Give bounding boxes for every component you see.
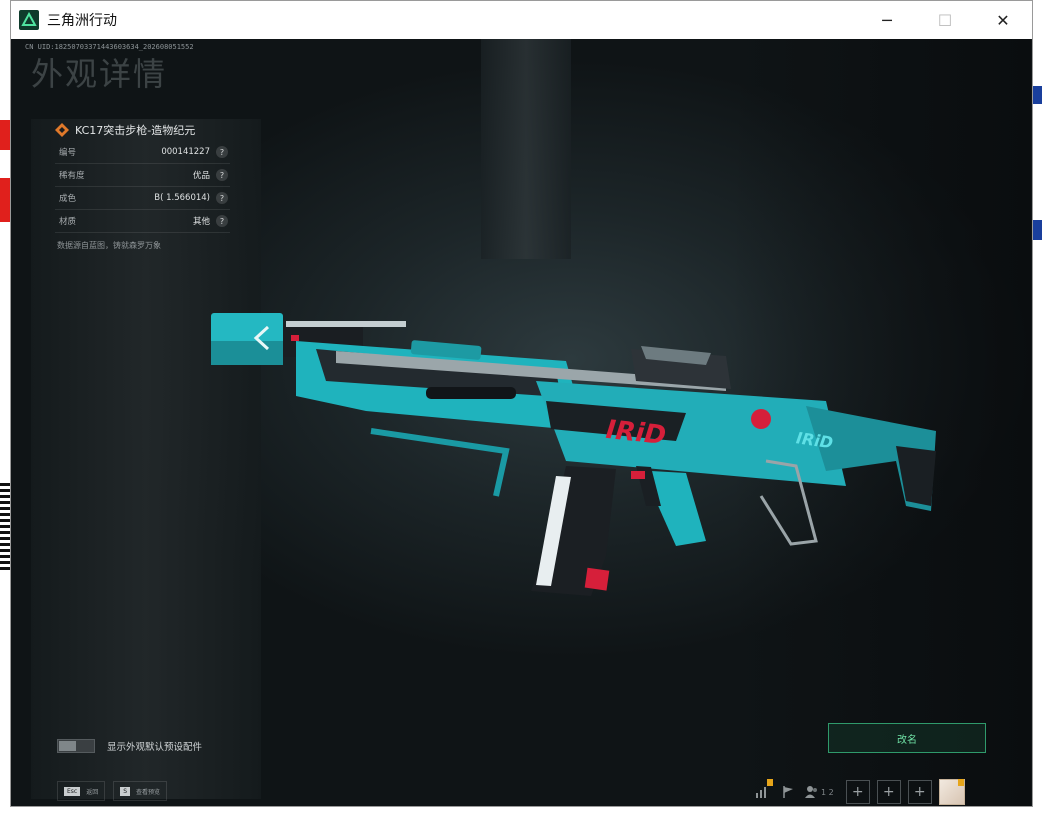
- notification-badge: [957, 779, 964, 786]
- flag-glyph: [783, 786, 793, 798]
- row-value: B( 1.566014): [154, 193, 210, 203]
- back-hint[interactable]: Esc 返回: [57, 781, 106, 801]
- info-row-rarity: 稀有度 优品 ?: [55, 164, 230, 187]
- help-icon[interactable]: ?: [216, 215, 228, 227]
- weapon-red-accent: [291, 335, 299, 341]
- preset-attachments-toggle[interactable]: [57, 739, 95, 753]
- game-viewport: CN UID:18250703371443603634_202608051552…: [11, 39, 1032, 806]
- row-value: 000141227: [161, 147, 210, 157]
- row-label: 稀有度: [59, 171, 85, 181]
- stats-icon[interactable]: [749, 779, 775, 805]
- title-bar[interactable]: 三角洲行动 ─ ☐ ✕: [11, 1, 1032, 39]
- social-toolbar: 1 2 + + +: [749, 779, 965, 805]
- row-label: 成色: [59, 194, 77, 204]
- background-blue-mark: [1033, 86, 1042, 104]
- minimize-button[interactable]: ─: [858, 1, 916, 39]
- weapon-piston: [426, 387, 516, 399]
- info-row-material: 材质 其他 ?: [55, 210, 230, 233]
- hint-key: S: [120, 786, 131, 796]
- avatar[interactable]: [938, 779, 965, 805]
- page-title: 外观详情: [31, 55, 168, 93]
- game-window: 三角洲行动 ─ ☐ ✕ CN UID:18250703371443603634_…: [10, 0, 1033, 807]
- row-label: 编号: [59, 148, 77, 158]
- weapon-red-accent: [631, 471, 645, 479]
- close-button[interactable]: ✕: [974, 1, 1032, 39]
- preset-attachments-toggle-row[interactable]: 显示外观默认预设配件: [57, 739, 202, 753]
- weapon-buttpad: [896, 446, 936, 506]
- weapon-model[interactable]: IRiD IRiD: [206, 301, 946, 601]
- friends-glyph: [805, 786, 817, 798]
- item-description: 数据源自蓝图，铸就森罗万象: [57, 241, 161, 250]
- stats-bars-glyph: [756, 787, 766, 798]
- window-title: 三角洲行动: [47, 13, 117, 29]
- background-blue-mark: [1033, 220, 1042, 240]
- key-hints: Esc 返回 S 查看预览: [57, 781, 175, 801]
- info-row-wear: 成色 B( 1.566014) ?: [55, 187, 230, 210]
- toggle-knob: [59, 741, 76, 751]
- friends-count: 1 2: [821, 787, 834, 797]
- hint-key: Esc: [64, 786, 81, 796]
- row-label: 材质: [59, 217, 77, 227]
- item-info-panel: KC17突击步枪-造物纪元 编号 000141227 ? 稀有度 优品 ? 成色…: [55, 119, 230, 251]
- background-right-edge: [1033, 80, 1042, 720]
- background-red-strip: [0, 178, 10, 222]
- window-controls: ─ ☐ ✕: [858, 1, 1032, 39]
- hint-text: 查看预览: [136, 788, 161, 796]
- app-logo-icon: [19, 10, 39, 30]
- weapon-rail: [286, 321, 406, 327]
- row-value: 其他: [192, 217, 210, 227]
- friends-icon: [803, 779, 821, 805]
- help-icon[interactable]: ?: [216, 146, 228, 158]
- weapon-decal: IRiD: [604, 415, 667, 451]
- rarity-diamond-icon: [55, 123, 69, 137]
- maximize-button[interactable]: ☐: [916, 1, 974, 39]
- preview-hint[interactable]: S 查看预览: [113, 781, 168, 801]
- weapon-red-emblem: [751, 409, 771, 429]
- background-red-strip: [0, 120, 10, 150]
- add-teammate-button[interactable]: +: [907, 780, 932, 804]
- info-row-serial: 编号 000141227 ?: [55, 141, 230, 164]
- item-header: KC17突击步枪-造物纪元: [55, 119, 230, 141]
- hint-text: 返回: [86, 788, 99, 796]
- toggle-label: 显示外观默认预设配件: [107, 742, 203, 753]
- weapon-foregrip: [370, 428, 510, 497]
- friends-counter[interactable]: 1 2: [803, 779, 834, 805]
- add-teammate-button[interactable]: +: [845, 780, 870, 804]
- flag-icon[interactable]: [775, 779, 801, 805]
- item-name: KC17突击步枪-造物纪元: [75, 124, 196, 137]
- row-value: 优品: [192, 171, 210, 181]
- rename-button[interactable]: 改名: [828, 723, 986, 753]
- background-shadow: [481, 39, 571, 259]
- notification-badge: [767, 779, 773, 786]
- weapon-magazine-base: [584, 567, 610, 591]
- help-icon[interactable]: ?: [216, 169, 228, 181]
- background-qr-code: [0, 480, 10, 570]
- add-teammate-button[interactable]: +: [876, 780, 901, 804]
- weapon-grip: [651, 471, 706, 546]
- help-icon[interactable]: ?: [216, 192, 228, 204]
- weapon-muzzle-shade: [211, 341, 283, 365]
